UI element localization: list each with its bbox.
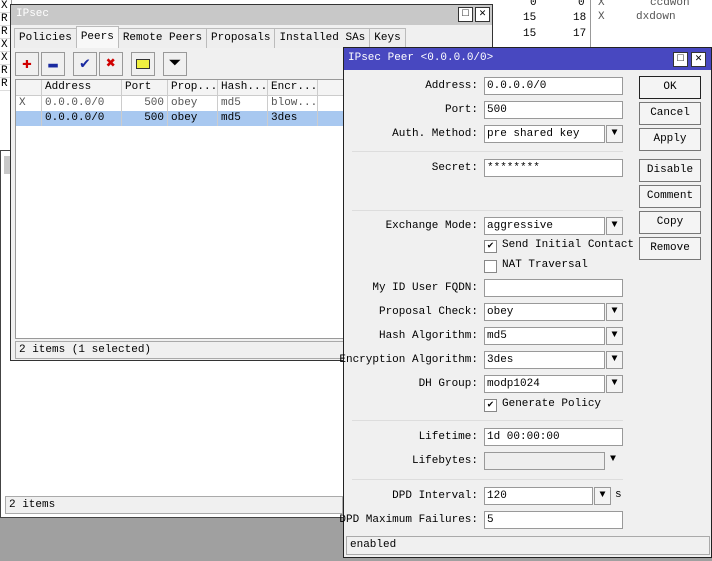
enable-check-icon[interactable]: ✔ bbox=[73, 52, 97, 76]
dpd-interval-field[interactable]: 120 bbox=[484, 487, 593, 505]
copy-button[interactable]: Copy bbox=[639, 211, 701, 234]
remove-button[interactable]: Remove bbox=[639, 237, 701, 260]
maximize-icon[interactable]: □ bbox=[673, 52, 688, 67]
dropdown-arrow-icon[interactable]: ▼ bbox=[606, 125, 623, 143]
lifetime-field[interactable]: 1d 00:00:00 bbox=[484, 428, 623, 446]
proposal-check-select[interactable]: obey bbox=[484, 303, 605, 321]
send-initial-contact-checkbox[interactable]: ✔ bbox=[484, 240, 497, 253]
tab-proposals[interactable]: Proposals bbox=[206, 28, 276, 48]
disable-x-icon[interactable]: ✖ bbox=[99, 52, 123, 76]
tab-installed-sas[interactable]: Installed SAs bbox=[274, 28, 371, 48]
auth-method-select[interactable]: pre shared key bbox=[484, 125, 605, 143]
column-address[interactable]: Address bbox=[42, 80, 122, 95]
window-title: IPsec bbox=[11, 5, 492, 25]
comment-icon[interactable] bbox=[131, 52, 155, 76]
expand-arrow-icon[interactable]: ▼ bbox=[610, 454, 616, 465]
dropdown-arrow-icon[interactable]: ▼ bbox=[606, 217, 623, 235]
divider bbox=[352, 420, 623, 421]
dropdown-arrow-icon[interactable]: ▼ bbox=[606, 327, 623, 345]
background-table: 0 0 X ccdwon 15 18 X dxdown 15 17 bbox=[490, 0, 712, 48]
lifebytes-field[interactable] bbox=[484, 452, 605, 470]
column-hash[interactable]: Hash... bbox=[218, 80, 268, 95]
address-field[interactable]: 0.0.0.0/0 bbox=[484, 77, 623, 95]
comment-button[interactable]: Comment bbox=[639, 185, 701, 208]
close-icon[interactable]: ✕ bbox=[475, 7, 490, 22]
divider bbox=[352, 210, 623, 211]
dropdown-arrow-icon[interactable]: ▼ bbox=[606, 303, 623, 321]
hash-algorithm-select[interactable]: md5 bbox=[484, 327, 605, 345]
tab-bar: Policies Peers Remote Peers Proposals In… bbox=[14, 26, 406, 48]
encryption-algorithm-select[interactable]: 3des bbox=[484, 351, 605, 369]
dropdown-arrow-icon[interactable]: ▼ bbox=[606, 375, 623, 393]
add-icon[interactable]: ✚ bbox=[15, 52, 39, 76]
disable-button[interactable]: Disable bbox=[639, 159, 701, 182]
column-encryption[interactable]: Encr... bbox=[268, 80, 318, 95]
column-port[interactable]: Port bbox=[122, 80, 168, 95]
column-proposal[interactable]: Prop... bbox=[168, 80, 218, 95]
ok-button[interactable]: OK bbox=[639, 76, 701, 99]
dropdown-arrow-icon[interactable]: ▼ bbox=[594, 487, 611, 505]
dh-group-select[interactable]: modp1024 bbox=[484, 375, 605, 393]
tab-policies[interactable]: Policies bbox=[14, 28, 77, 48]
background-status: 2 items bbox=[5, 496, 343, 514]
tab-keys[interactable]: Keys bbox=[369, 28, 406, 48]
remove-icon[interactable]: ▬ bbox=[41, 52, 65, 76]
divider bbox=[352, 479, 623, 480]
cancel-button[interactable]: Cancel bbox=[639, 102, 701, 125]
filter-icon[interactable]: ⏷ bbox=[163, 52, 187, 76]
generate-policy-checkbox[interactable]: ✔ bbox=[484, 399, 497, 412]
ipsec-peer-dialog: IPsec Peer <0.0.0.0/0> □ ✕ Address: 0.0.… bbox=[339, 47, 712, 558]
close-icon[interactable]: ✕ bbox=[691, 52, 706, 67]
dropdown-arrow-icon[interactable]: ▼ bbox=[606, 351, 623, 369]
nat-traversal-checkbox[interactable] bbox=[484, 260, 497, 273]
exchange-mode-select[interactable]: aggressive bbox=[484, 217, 605, 235]
dialog-status-bar: enabled bbox=[346, 536, 710, 555]
tab-remote-peers[interactable]: Remote Peers bbox=[117, 28, 208, 48]
dialog-title: IPsec Peer <0.0.0.0/0> bbox=[344, 48, 711, 70]
apply-button[interactable]: Apply bbox=[639, 128, 701, 151]
divider bbox=[352, 151, 623, 152]
tab-peers[interactable]: Peers bbox=[75, 26, 119, 48]
maximize-icon[interactable]: □ bbox=[458, 7, 473, 22]
port-field[interactable]: 500 bbox=[484, 101, 623, 119]
my-id-fqdn-field[interactable] bbox=[484, 279, 623, 297]
secret-field[interactable]: ******** bbox=[484, 159, 623, 177]
dpd-max-failures-field[interactable]: 5 bbox=[484, 511, 623, 529]
